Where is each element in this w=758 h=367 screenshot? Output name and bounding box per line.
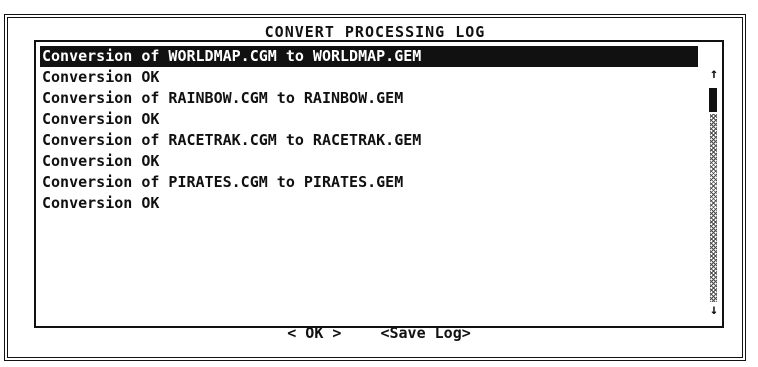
log-line[interactable]: Conversion of RAINBOW.CGM to RAINBOW.GEM bbox=[40, 88, 698, 109]
log-listbox[interactable]: Conversion of WORLDMAP.CGM to WORLDMAP.G… bbox=[34, 40, 724, 328]
log-list: Conversion of WORLDMAP.CGM to WORLDMAP.G… bbox=[40, 46, 698, 214]
scroll-up-arrow-icon[interactable]: ↑ bbox=[708, 66, 720, 82]
log-line[interactable]: Conversion OK bbox=[40, 193, 698, 214]
log-line[interactable]: Conversion of WORLDMAP.CGM to WORLDMAP.G… bbox=[40, 46, 698, 67]
log-line[interactable]: Conversion of RACETRAK.CGM to RACETRAK.G… bbox=[40, 130, 698, 151]
log-line[interactable]: Conversion OK bbox=[40, 109, 698, 130]
vertical-scrollbar[interactable]: ↑ ↓ bbox=[708, 66, 720, 318]
log-line[interactable]: Conversion OK bbox=[40, 67, 698, 88]
save-log-button[interactable]: <Save Log> bbox=[374, 322, 476, 344]
scroll-track[interactable] bbox=[710, 114, 717, 302]
log-line[interactable]: Conversion OK bbox=[40, 151, 698, 172]
scroll-thumb[interactable] bbox=[709, 88, 717, 112]
scroll-down-arrow-icon[interactable]: ↓ bbox=[708, 302, 720, 318]
button-row: < OK > <Save Log> bbox=[0, 322, 758, 344]
log-line[interactable]: Conversion of PIRATES.CGM to PIRATES.GEM bbox=[40, 172, 698, 193]
ok-button[interactable]: < OK > bbox=[281, 322, 347, 344]
